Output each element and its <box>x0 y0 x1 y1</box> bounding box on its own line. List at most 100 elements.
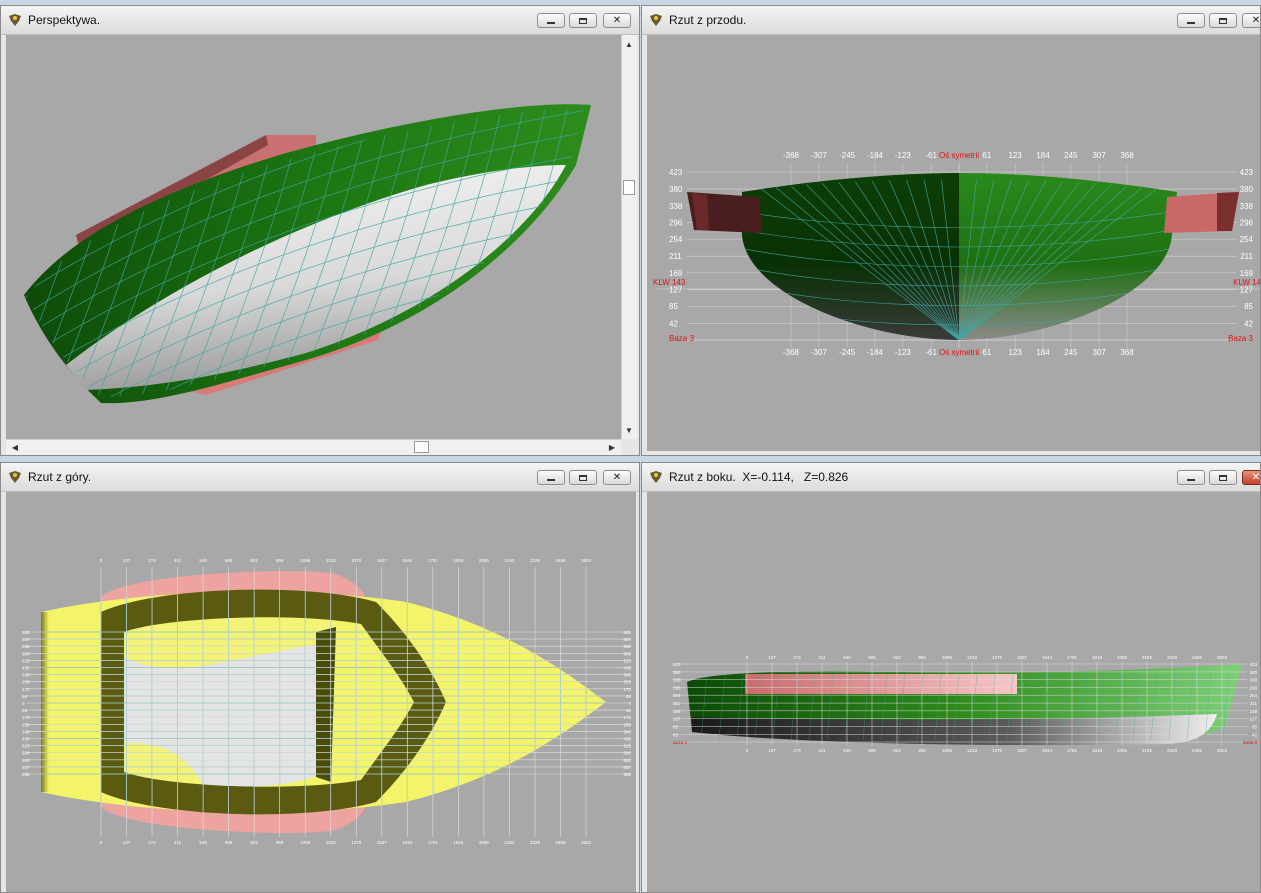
x-tick-bottom: 685 <box>225 840 233 845</box>
front-titlebar[interactable]: Rzut z przodu. ✕ <box>642 6 1260 35</box>
y-tick-right: 885 <box>623 630 631 635</box>
x-tick-bottom: 822 <box>893 748 901 753</box>
y-tick-right: 42 <box>1252 732 1258 737</box>
x-tick-bottom: 1918 <box>453 840 464 845</box>
x-tick-bottom: 1781 <box>428 840 439 845</box>
x-tick-bottom: 1644 <box>1042 748 1053 753</box>
x-tick-top: 2603 <box>581 558 592 563</box>
y-tick-left: 690 <box>22 758 30 763</box>
symmetry-axis-label-bottom: Oś symetrii <box>939 348 979 357</box>
x-tick-top: 2466 <box>1192 655 1203 660</box>
app-icon <box>650 14 662 26</box>
y-tick-right: 807 <box>623 637 631 642</box>
app-icon <box>9 471 21 483</box>
scroll-right-icon[interactable]: ▶ <box>605 440 619 454</box>
x-tick-top: 411 <box>174 558 182 563</box>
close-button[interactable]: ✕ <box>603 13 631 28</box>
horizontal-scroll-thumb[interactable] <box>414 441 429 453</box>
y-tick-left: 169 <box>669 269 683 278</box>
y-tick-right: 690 <box>623 758 631 763</box>
x-tick-top: 1644 <box>1042 655 1053 660</box>
x-tick-bottom: 1233 <box>326 840 337 845</box>
x-tick-bottom: 1233 <box>967 748 978 753</box>
base-label-left: Baza 3 <box>673 740 688 745</box>
y-tick-left: 42 <box>673 732 679 737</box>
vertical-scroll-thumb[interactable] <box>623 180 635 195</box>
minimize-icon <box>538 471 564 484</box>
x-tick-top: 1233 <box>967 655 978 660</box>
x-tick-bottom: 61 <box>982 348 991 357</box>
close-button[interactable]: ✕ <box>603 470 631 485</box>
y-tick-right: 885 <box>623 772 631 777</box>
x-tick-top: 548 <box>199 558 207 563</box>
close-button[interactable]: ✕ <box>1242 13 1260 28</box>
window-title: Rzut z boku. X=-0.114, Z=0.826 <box>669 470 849 484</box>
y-tick-left: 430 <box>22 737 30 742</box>
y-tick-left: 296 <box>673 685 681 690</box>
x-tick-bottom: 2603 <box>581 840 592 845</box>
perspective-hull-render <box>24 104 591 404</box>
maximize-icon <box>570 471 596 484</box>
x-tick-top: 2466 <box>555 558 566 563</box>
y-tick-right: 0 <box>628 701 631 706</box>
minimize-button[interactable] <box>537 470 565 485</box>
x-tick-top: 1644 <box>402 558 413 563</box>
y-tick-right: 423 <box>1249 662 1257 667</box>
x-tick-top: 1781 <box>428 558 439 563</box>
cursor-coords: X=-0.114, Z=0.826 <box>742 470 849 484</box>
front-viewport[interactable]: 423 423 380 380 338 338 296 296 254 254 211 211 169 1… <box>647 35 1260 451</box>
top-viewport[interactable]: 0 0 137 137 274 274 411 411 548 548 685 685 822 822 95… <box>6 492 636 892</box>
side-viewport[interactable]: 0 0 137 137 274 274 411 411 548 548 685 685 822 822 95… <box>647 492 1260 892</box>
side-hull-render: 0 0 137 137 274 274 411 411 548 548 685 685 822 822 95… <box>672 655 1258 753</box>
close-button[interactable]: ✕ <box>1242 470 1260 485</box>
y-tick-left: 127 <box>673 717 681 722</box>
x-tick-bottom: 2329 <box>1167 748 1178 753</box>
x-tick-top: 959 <box>276 558 284 563</box>
y-tick-right: 254 <box>1240 235 1254 244</box>
perspective-viewport[interactable] <box>6 35 621 439</box>
scroll-down-icon[interactable]: ▼ <box>622 423 636 437</box>
y-tick-left: 211 <box>669 252 682 261</box>
y-tick-left: 515 <box>22 744 30 749</box>
top-titlebar[interactable]: Rzut z góry. ✕ <box>1 463 639 492</box>
y-tick-right: 515 <box>623 744 631 749</box>
y-tick-right: 515 <box>623 658 631 663</box>
y-tick-left: 600 <box>22 751 30 756</box>
x-tick-bottom: 2055 <box>479 840 490 845</box>
x-tick-top: 1781 <box>1067 655 1078 660</box>
horizontal-scrollbar[interactable]: ◀ ▶ <box>6 439 621 455</box>
x-tick-bottom: 2466 <box>1192 748 1203 753</box>
x-tick-bottom: 1370 <box>351 840 362 845</box>
perspective-titlebar[interactable]: Perspektywa. ✕ <box>1 6 639 35</box>
x-tick-top: 2329 <box>1167 655 1178 660</box>
x-tick-top: 2055 <box>1117 655 1128 660</box>
minimize-button[interactable] <box>1177 470 1205 485</box>
x-tick-bottom: 548 <box>843 748 851 753</box>
x-tick-bottom: 2055 <box>1117 748 1128 753</box>
vertical-scrollbar[interactable]: ▲ ▼ <box>621 35 637 439</box>
x-tick-bottom: 0 <box>746 748 749 753</box>
y-tick-right: 86 <box>626 694 632 699</box>
side-titlebar[interactable]: Rzut z boku. X=-0.114, Z=0.826 ✕ <box>642 463 1260 492</box>
x-tick-top: 274 <box>148 558 156 563</box>
x-tick-bottom: -184 <box>867 348 884 357</box>
maximize-button[interactable] <box>569 470 597 485</box>
front-view-window: Rzut z przodu. ✕ 423 423 380 380 338 338 296 29… <box>641 5 1261 456</box>
scroll-up-icon[interactable]: ▲ <box>622 37 636 51</box>
maximize-button[interactable] <box>569 13 597 28</box>
x-tick-bottom: -61 <box>925 348 937 357</box>
y-tick-right: 380 <box>1249 670 1257 675</box>
maximize-button[interactable] <box>1209 13 1237 28</box>
y-tick-left: 380 <box>669 185 683 194</box>
x-tick-top: 184 <box>1036 151 1050 160</box>
minimize-button[interactable] <box>1177 13 1205 28</box>
x-tick-top: 1918 <box>1092 655 1103 660</box>
scroll-left-icon[interactable]: ◀ <box>8 440 22 454</box>
x-tick-top: 0 <box>746 655 749 660</box>
x-tick-bottom: 1096 <box>300 840 311 845</box>
maximize-button[interactable] <box>1209 470 1237 485</box>
x-tick-top: 2192 <box>1142 655 1153 660</box>
minimize-button[interactable] <box>537 13 565 28</box>
maximize-icon <box>1210 14 1236 27</box>
y-tick-left: 254 <box>669 235 683 244</box>
